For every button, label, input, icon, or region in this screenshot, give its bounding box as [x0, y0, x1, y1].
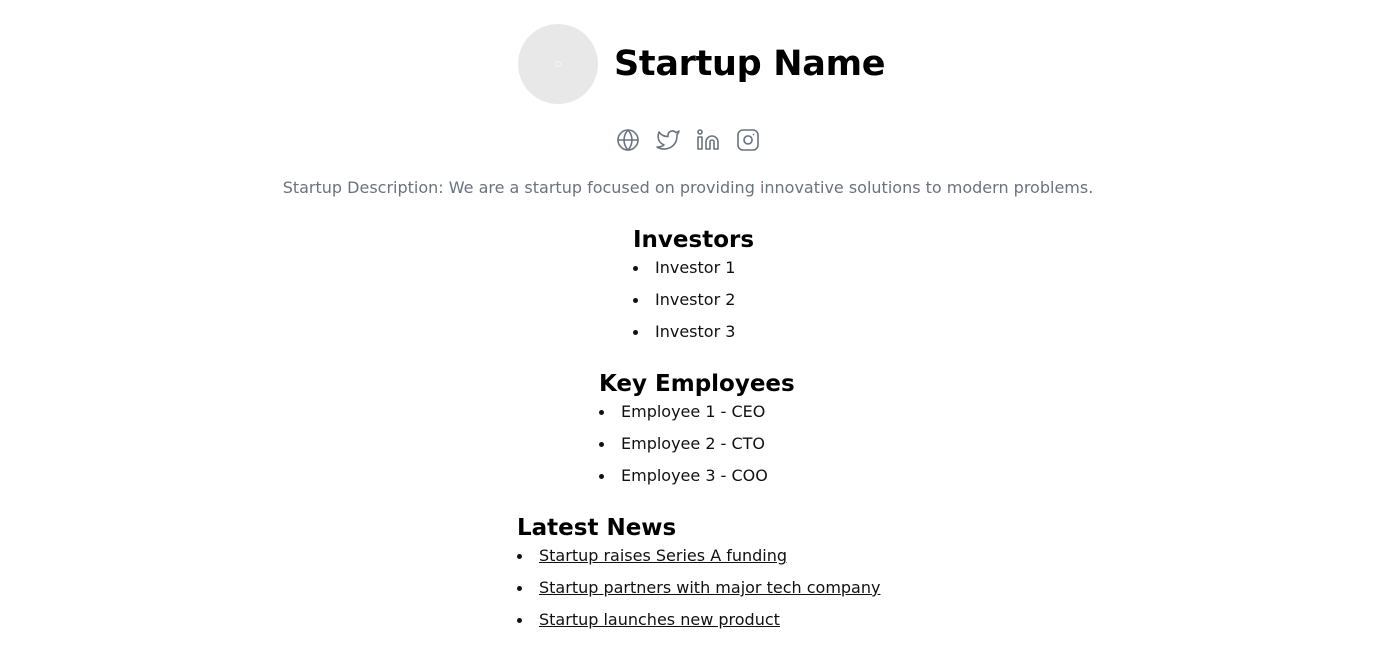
- instagram-icon: [737, 129, 759, 151]
- investor-name: Investor 3: [655, 322, 736, 341]
- investors-heading: Investors: [633, 227, 755, 253]
- list-item: Investor 1: [633, 252, 754, 284]
- startup-profile-page: Startup Name Startup Description: We are…: [0, 0, 1376, 656]
- employee-name: Employee 3 - COO: [621, 466, 768, 485]
- bullet-icon: [599, 410, 604, 415]
- employee-name: Employee 1 - CEO: [621, 402, 766, 421]
- list-item: Startup partners with major tech company: [517, 572, 880, 604]
- list-item: Startup raises Series A funding: [517, 540, 880, 572]
- news-link[interactable]: Startup partners with major tech company: [539, 578, 880, 597]
- bullet-icon: [633, 298, 638, 303]
- linkedin-link[interactable]: [696, 128, 720, 152]
- twitter-link[interactable]: [656, 128, 680, 152]
- employee-name: Employee 2 - CTO: [621, 434, 765, 453]
- bullet-icon: [517, 554, 522, 559]
- startup-description: Startup Description: We are a startup fo…: [282, 178, 1094, 197]
- key-employees-heading: Key Employees: [599, 371, 795, 397]
- globe-icon: [617, 129, 639, 151]
- bullet-icon: [599, 474, 604, 479]
- bullet-icon: [599, 442, 604, 447]
- news-link[interactable]: Startup launches new product: [539, 610, 780, 629]
- list-item: Startup launches new product: [517, 604, 880, 636]
- bullet-icon: [517, 618, 522, 623]
- logo-placeholder-icon: [555, 61, 561, 67]
- investors-section: Investors Investor 1 Investor 2 Investor…: [633, 226, 754, 348]
- instagram-link[interactable]: [736, 128, 760, 152]
- social-links: [616, 128, 760, 152]
- linkedin-icon: [697, 129, 719, 150]
- list-item: Employee 2 - CTO: [599, 428, 795, 460]
- bullet-icon: [633, 330, 638, 335]
- bullet-icon: [633, 266, 638, 271]
- investors-list: Investor 1 Investor 2 Investor 3: [633, 252, 754, 348]
- latest-news-heading: Latest News: [517, 515, 677, 541]
- list-item: Investor 2: [633, 284, 754, 316]
- twitter-icon: [656, 130, 680, 150]
- bullet-icon: [517, 586, 522, 591]
- latest-news-section: Latest News Startup raises Series A fund…: [517, 514, 880, 636]
- startup-header: Startup Name: [518, 24, 886, 104]
- list-item: Employee 1 - CEO: [599, 396, 795, 428]
- key-employees-section: Key Employees Employee 1 - CEO Employee …: [599, 370, 795, 492]
- list-item: Employee 3 - COO: [599, 460, 795, 492]
- website-link[interactable]: [616, 128, 640, 152]
- key-employees-list: Employee 1 - CEO Employee 2 - CTO Employ…: [599, 396, 795, 492]
- latest-news-list: Startup raises Series A funding Startup …: [517, 540, 880, 636]
- startup-logo: [518, 24, 598, 104]
- investor-name: Investor 2: [655, 290, 736, 309]
- news-link[interactable]: Startup raises Series A funding: [539, 546, 787, 565]
- startup-name-title: Startup Name: [614, 44, 886, 84]
- list-item: Investor 3: [633, 316, 754, 348]
- investor-name: Investor 1: [655, 258, 736, 277]
